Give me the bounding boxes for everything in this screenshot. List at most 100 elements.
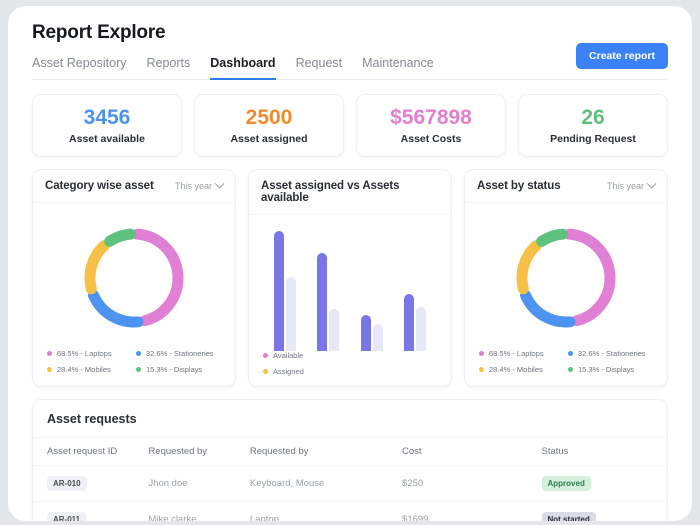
donut-segment-laptops <box>131 228 184 327</box>
legend-label: 32.6% - Stationeries <box>146 349 214 359</box>
bar-assigned <box>285 276 296 352</box>
donut-segment-displays <box>104 228 137 247</box>
donut-chart-category <box>33 203 235 349</box>
tab-dashboard[interactable]: Dashboard <box>210 56 276 80</box>
stat-card-asset-available: 3456 Asset available <box>32 94 182 158</box>
charts-row: Category wise asset This year 68.5% - La… <box>8 157 692 388</box>
bar-group <box>360 315 383 352</box>
tab-bar: Asset Repository Reports Dashboard Request M… <box>32 43 668 80</box>
bar-chart-assigned-available <box>249 215 451 352</box>
tab-reports[interactable]: Reports <box>146 56 190 80</box>
legend-label: 15.3% - Displays <box>578 365 635 375</box>
legend-item: 68.5% - Laptops <box>47 349 132 358</box>
bar-available <box>360 315 371 352</box>
request-id-chip: AR-010 <box>47 476 87 492</box>
table-column-header: Cost <box>388 437 528 467</box>
page-header: Report Explore Asset Repository Reports Da… <box>8 6 692 80</box>
cell-requested-by: Jhon doe <box>134 465 236 503</box>
bar-available <box>273 231 284 352</box>
table-title: Asset requests <box>47 412 137 427</box>
period-selector[interactable]: This year <box>175 178 225 191</box>
stat-value: 3456 <box>83 106 131 129</box>
stat-card-asset-costs: $567898 Asset Costs <box>356 94 506 158</box>
legend-dot-icon <box>479 367 484 373</box>
card-title: Category wise asset <box>45 180 154 193</box>
tabs-list: Asset Repository Reports Dashboard Request M… <box>32 56 434 80</box>
chevron-down-icon <box>214 178 225 189</box>
donut-segment-stationeries <box>88 289 144 328</box>
asset-requests-table: Asset request ID Requested by Requested by… <box>33 437 667 521</box>
cell-status: Approved <box>527 465 667 503</box>
table-row[interactable]: AR-011 Mike clarke Laptop $1699 Not started <box>33 501 667 521</box>
card-header: Asset by status This year <box>465 170 667 204</box>
cell-cost: $1699 <box>388 501 528 521</box>
period-selector[interactable]: This year <box>606 178 657 192</box>
tab-maintenance[interactable]: Maintenance <box>362 56 434 80</box>
stat-cards-row: 3456 Asset available 2500 Asset assigned $56… <box>8 80 692 158</box>
create-report-button[interactable]: Create report <box>576 43 668 69</box>
asset-requests-card: Asset requests Asset request ID Requested… <box>32 399 668 521</box>
legend-dot-icon <box>263 369 268 375</box>
stat-value: 2500 <box>245 106 293 129</box>
chevron-down-icon <box>646 178 657 189</box>
stat-card-asset-assigned: 2500 Asset assigned <box>194 94 344 158</box>
legend-label: Assigned <box>273 367 304 377</box>
legend-dot-icon <box>568 367 573 373</box>
cell-requested-by: Mike clarke <box>134 501 236 521</box>
legend-label: 28.4% - Mobiles <box>57 365 111 375</box>
donut-svg <box>505 217 627 339</box>
chart-legend: 68.5% - Laptops 32.6% - Stationeries 28.4%… <box>33 349 235 386</box>
cell-status: Not started <box>527 501 667 521</box>
legend-item: Assigned <box>263 367 437 376</box>
table-column-header: Requested by <box>235 437 389 467</box>
legend-dot-icon <box>136 367 141 373</box>
period-label: This year <box>606 181 644 192</box>
bar-group <box>273 231 296 352</box>
bar-available <box>317 252 328 352</box>
cell-item: Laptop <box>235 501 389 521</box>
donut-segment-displays <box>536 228 569 247</box>
table-column-header: Requested by <box>134 437 236 467</box>
bars-container <box>249 219 451 352</box>
cell-request-id: AR-010 <box>33 465 135 503</box>
legend-item: 15.3% - Displays <box>136 365 221 374</box>
card-asset-by-status: Asset by status This year 68.5% - Laptop… <box>464 169 668 388</box>
stat-label: Asset available <box>69 133 145 146</box>
cell-item: Keyboard, Mouse <box>235 465 389 503</box>
bar-group <box>317 252 340 352</box>
table-body: AR-010 Jhon doe Keyboard, Mouse $250 Approve… <box>33 465 667 521</box>
legend-dot-icon <box>263 353 268 359</box>
stat-label: Pending Request <box>550 133 636 146</box>
donut-segment-stationeries <box>520 289 576 328</box>
table-head: Asset request ID Requested by Requested by… <box>33 437 667 467</box>
cell-cost: $250 <box>388 465 528 503</box>
donut-segment-mobiles <box>84 240 110 295</box>
donut-chart-status <box>465 203 667 349</box>
table-header-row: Asset request ID Requested by Requested by… <box>33 437 667 467</box>
legend-dot-icon <box>136 351 141 357</box>
legend-item: 68.5% - Laptops <box>479 349 564 358</box>
legend-label: 68.5% - Laptops <box>57 349 112 359</box>
card-title: Asset by status <box>477 180 561 193</box>
legend-label: 32.6% - Stationeries <box>578 349 646 359</box>
status-badge: Approved <box>541 476 591 492</box>
bar-assigned <box>372 323 383 352</box>
card-assigned-vs-available: Asset assigned vs Assets available Avail… <box>248 169 452 388</box>
donut-segment-laptops <box>563 228 616 327</box>
stat-value: 26 <box>581 106 605 129</box>
tab-request[interactable]: Request <box>296 56 343 80</box>
tab-asset-repository[interactable]: Asset Repository <box>32 56 126 80</box>
chart-legend: 68.5% - Laptops 32.6% - Stationeries 28.4%… <box>465 349 667 386</box>
table-row[interactable]: AR-010 Jhon doe Keyboard, Mouse $250 Approve… <box>33 465 667 503</box>
bar-group <box>404 293 427 352</box>
card-header: Category wise asset This year <box>33 170 235 204</box>
card-header: Asset assigned vs Assets available <box>249 170 451 216</box>
stat-value: $567898 <box>390 106 472 129</box>
legend-label: 68.5% - Laptops <box>489 349 544 359</box>
legend-label: 28.4% - Mobiles <box>489 365 543 375</box>
legend-dot-icon <box>479 351 484 357</box>
bar-available <box>404 293 415 352</box>
legend-label: Available <box>273 351 304 361</box>
legend-item: 28.4% - Mobiles <box>47 365 132 374</box>
status-badge: Not started <box>541 512 596 521</box>
